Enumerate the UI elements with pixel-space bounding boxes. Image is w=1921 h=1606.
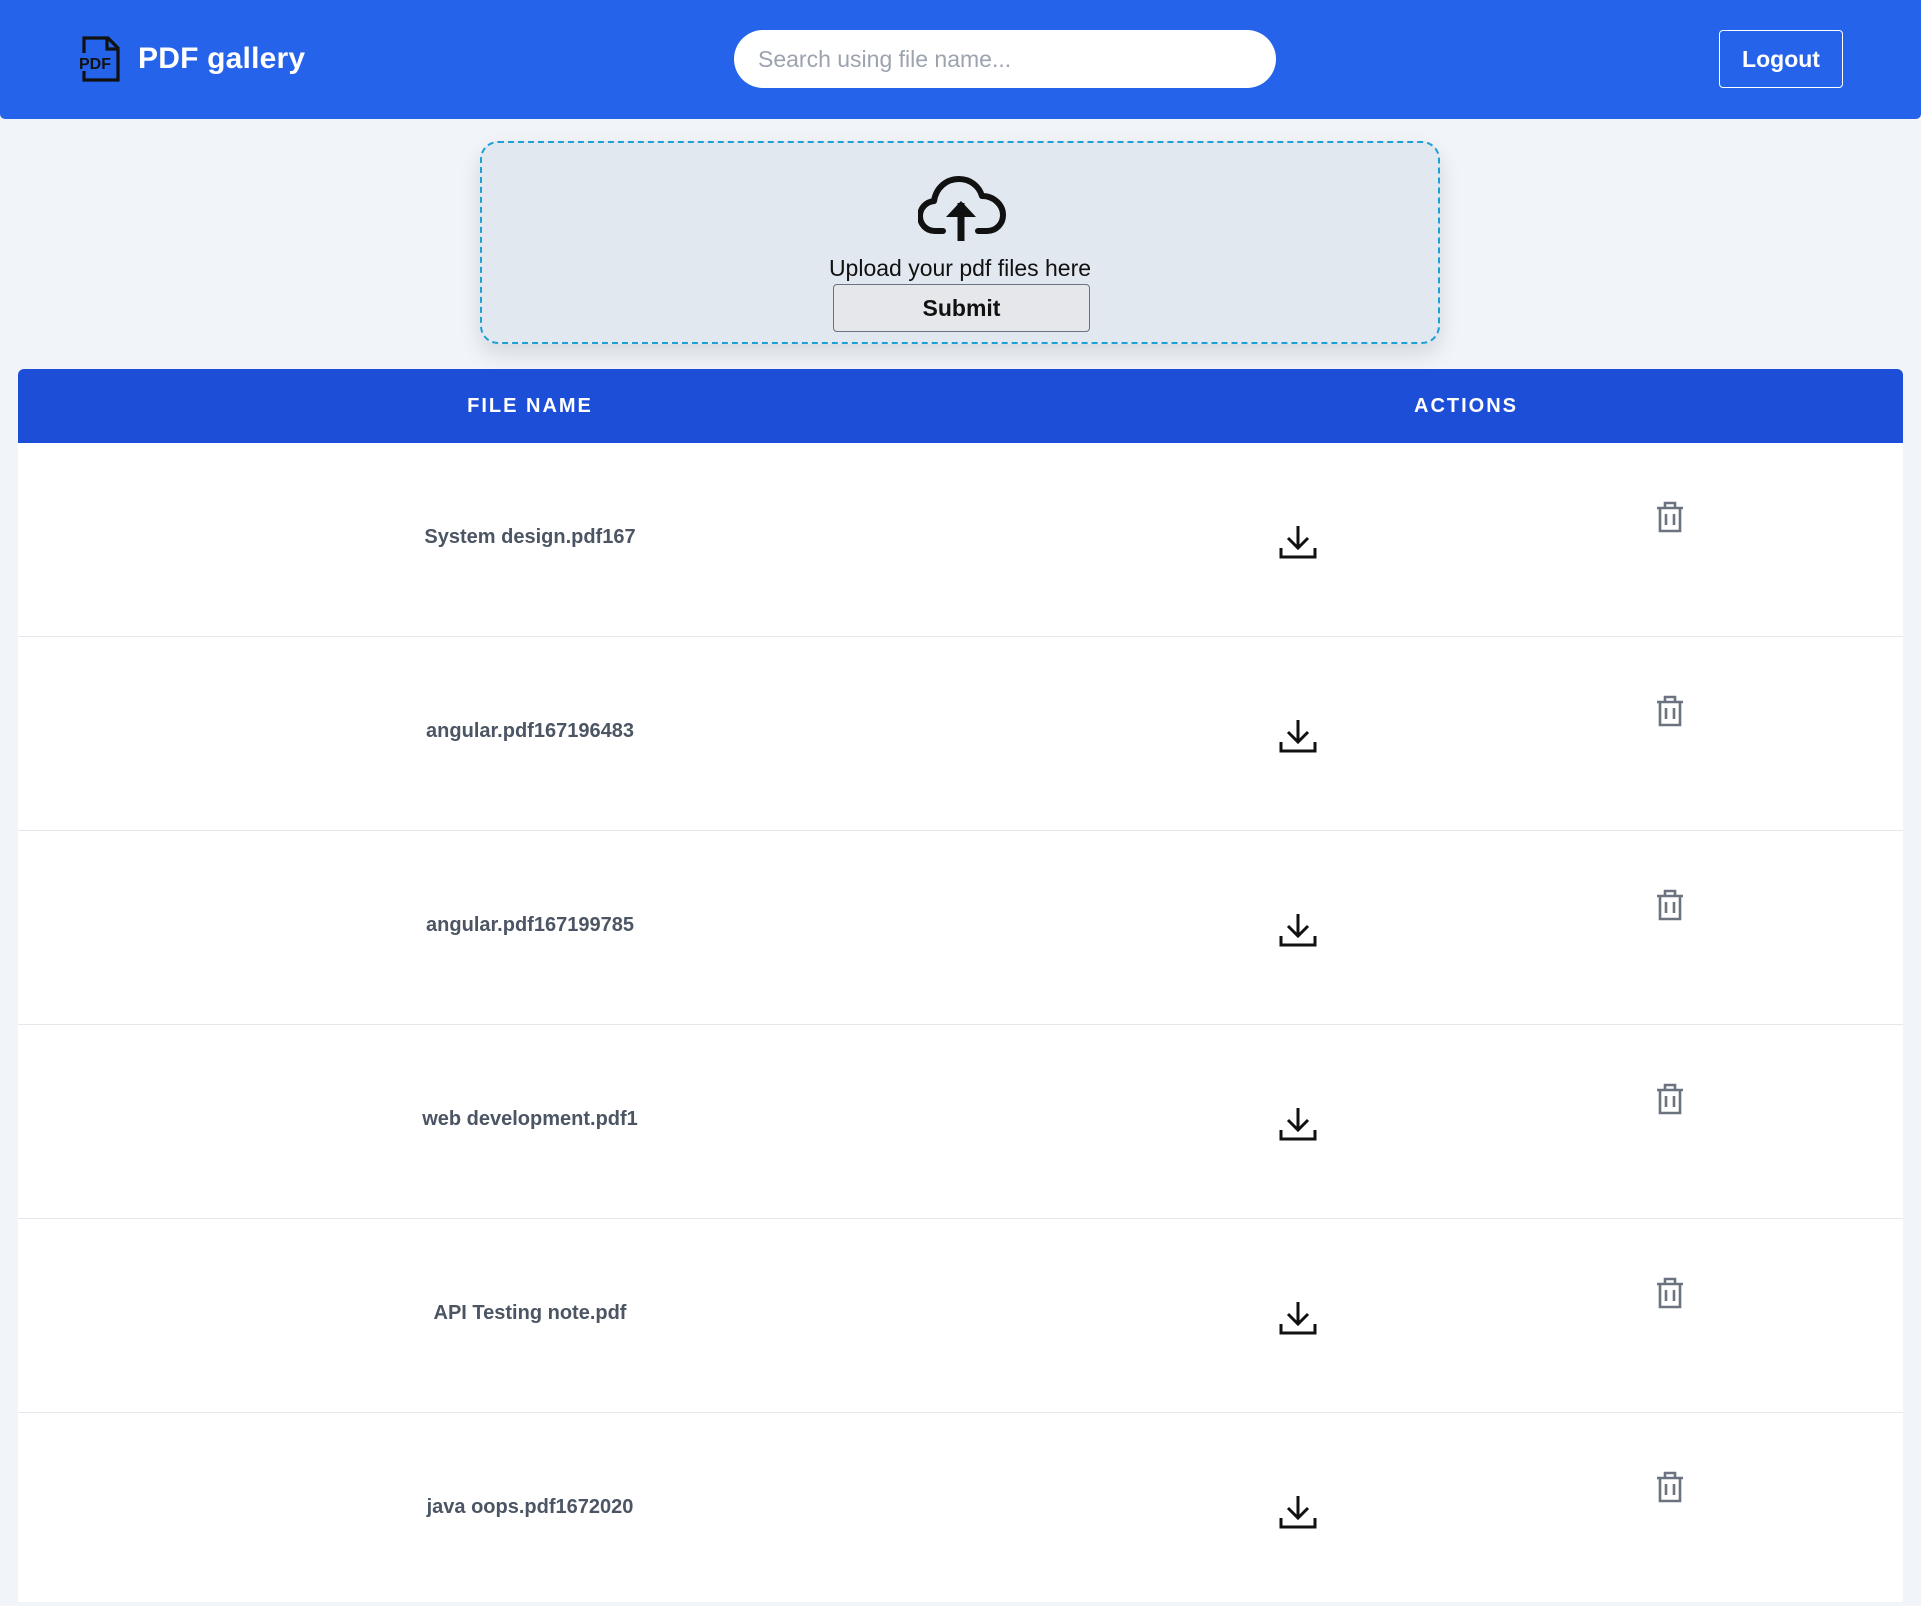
trash-icon[interactable]	[1655, 1083, 1685, 1115]
trash-icon[interactable]	[1655, 501, 1685, 533]
trash-icon[interactable]	[1655, 889, 1685, 921]
navbar: PDF PDF gallery Logout	[0, 0, 1921, 119]
trash-icon[interactable]	[1655, 695, 1685, 727]
table-header: FILE NAME ACTIONS	[18, 369, 1903, 443]
file-name-cell: API Testing note.pdf	[433, 1302, 627, 1324]
file-name-cell: angular.pdf167196483	[426, 720, 634, 742]
file-name-cell: System design.pdf167	[424, 526, 636, 548]
download-icon[interactable]	[1279, 1106, 1317, 1142]
file-name-cell: java oops.pdf1672020	[426, 1496, 634, 1518]
trash-icon[interactable]	[1655, 1277, 1685, 1309]
files-table: FILE NAME ACTIONS System design.pdf167 a…	[18, 369, 1903, 1602]
cloud-upload-icon	[918, 176, 1006, 241]
table-row: angular.pdf167196483	[18, 637, 1903, 831]
table-row: API Testing note.pdf	[18, 1219, 1903, 1413]
column-header-file-name: FILE NAME	[467, 395, 593, 417]
download-icon[interactable]	[1279, 718, 1317, 754]
download-icon[interactable]	[1279, 1300, 1317, 1336]
download-icon[interactable]	[1279, 524, 1317, 560]
logout-button[interactable]: Logout	[1719, 30, 1843, 88]
table-row: System design.pdf167	[18, 443, 1903, 637]
table-row: web development.pdf1	[18, 1025, 1903, 1219]
table-row: angular.pdf167199785	[18, 831, 1903, 1025]
brand[interactable]: PDF PDF gallery	[78, 34, 305, 84]
download-icon[interactable]	[1279, 912, 1317, 948]
search-input[interactable]	[734, 30, 1276, 88]
svg-text:PDF: PDF	[79, 56, 111, 73]
file-name-cell: angular.pdf167199785	[426, 914, 634, 936]
file-name-cell: web development.pdf1	[422, 1108, 638, 1130]
table-row: java oops.pdf1672020	[18, 1413, 1903, 1602]
trash-icon[interactable]	[1655, 1471, 1685, 1503]
download-icon[interactable]	[1279, 1494, 1317, 1530]
upload-instructions: Upload your pdf files here	[828, 255, 1092, 281]
pdf-file-icon: PDF	[78, 36, 120, 82]
column-header-actions: ACTIONS	[1414, 395, 1518, 417]
upload-dropzone[interactable]: Upload your pdf files here Submit	[480, 141, 1440, 344]
submit-button[interactable]: Submit	[833, 284, 1090, 332]
app-title: PDF gallery	[138, 42, 306, 75]
